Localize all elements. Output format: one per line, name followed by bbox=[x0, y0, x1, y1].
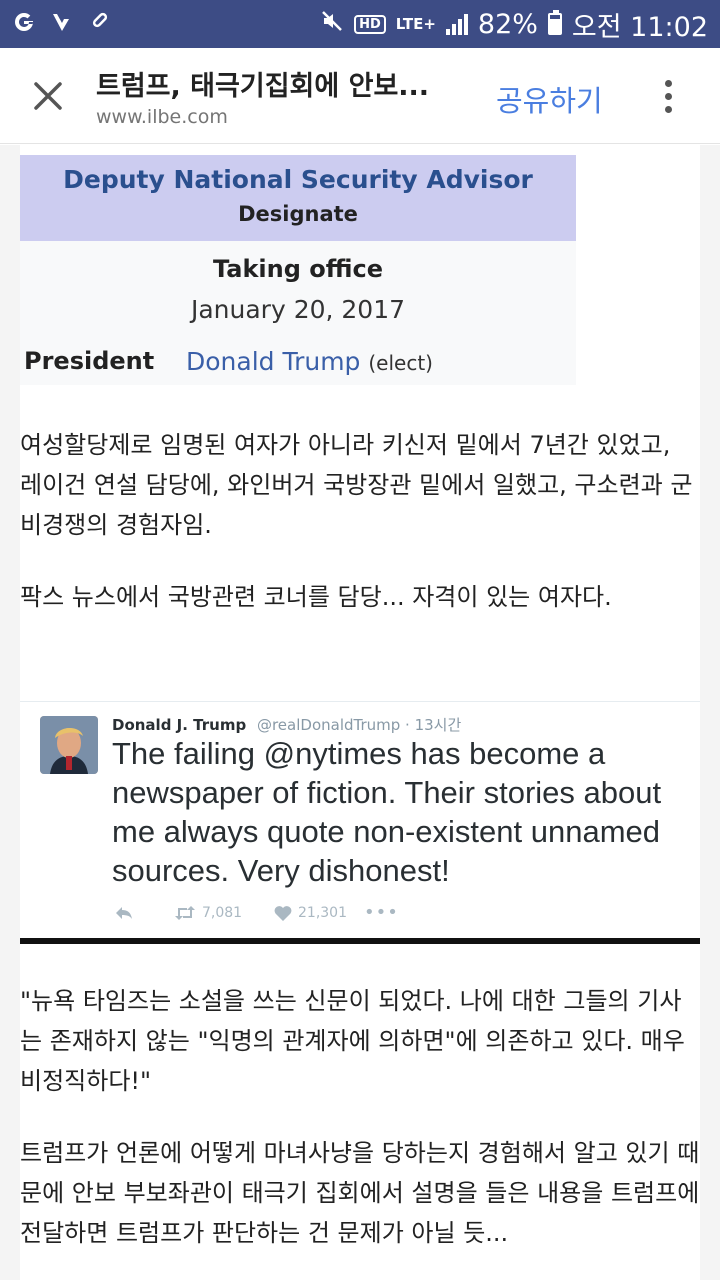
wiki-infobox-image: Deputy National Security Advisor Designa… bbox=[20, 155, 576, 385]
share-button[interactable]: 공유하기 bbox=[496, 78, 603, 120]
battery-percent: 82% bbox=[477, 8, 538, 40]
tweet-text: The failing @nytimes has become a newspa… bbox=[112, 736, 662, 888]
infobox-president-label: President bbox=[24, 347, 155, 375]
infobox-designate: Designate bbox=[238, 202, 358, 226]
clock: 오전 11:02 bbox=[571, 11, 708, 43]
infobox-date: January 20, 2017 bbox=[190, 295, 406, 324]
tweet-header: Donald J. Trump @realDonaldTrump · 13시간 bbox=[112, 714, 461, 735]
close-button[interactable] bbox=[20, 70, 76, 122]
status-bar: HD LTE+ 82% 오전 11:02 bbox=[0, 0, 720, 48]
custom-tab-toolbar: 트럼프, 태극기집회에 안보... www.ilbe.com 공유하기 bbox=[0, 48, 720, 144]
battery-icon bbox=[547, 10, 562, 35]
avatar bbox=[40, 716, 98, 774]
article-paragraph: 팍스 뉴스에서 국방관련 코너를 담당... 자격이 있는 여자다. bbox=[20, 583, 612, 611]
divider bbox=[20, 938, 700, 944]
president-name: Donald Trump bbox=[186, 347, 361, 376]
article-paragraph: 여성할당제로 임명된 여자가 아니라 키신저 밑에서 7년간 있었고, 레이건 … bbox=[20, 431, 693, 539]
app-notification-icon bbox=[50, 10, 74, 39]
close-icon bbox=[34, 82, 62, 110]
tweet-author-name: Donald J. Trump bbox=[112, 716, 247, 734]
tweet-more-icon: ••• bbox=[364, 902, 399, 923]
page-title: 트럼프, 태극기집회에 안보... bbox=[96, 71, 430, 102]
embedded-tweet-image: Donald J. Trump @realDonaldTrump · 13시간 … bbox=[20, 701, 700, 944]
mute-icon bbox=[320, 9, 344, 40]
article-paragraph: 트럼프가 언론에 어떻게 마녀사냥을 당하는지 경험해서 알고 있기 때문에 안… bbox=[20, 1139, 700, 1247]
page-url: www.ilbe.com bbox=[96, 106, 228, 128]
more-options-button[interactable] bbox=[646, 72, 690, 120]
hd-voice-icon: HD bbox=[354, 14, 386, 34]
status-bar-system: HD LTE+ 82% 오전 11:02 bbox=[320, 0, 708, 48]
lte-icon: LTE+ bbox=[395, 14, 436, 33]
like-number: 21,301 bbox=[298, 904, 347, 921]
infobox-role: Deputy National Security Advisor bbox=[63, 165, 533, 194]
article-paragraph: "뉴욕 타임즈는 소설을 쓰는 신문이 되었다. 나에 대한 그들의 기사는 존… bbox=[20, 987, 685, 1095]
retweet-icon bbox=[175, 905, 195, 920]
like-count: 21,301 bbox=[274, 905, 364, 921]
more-dot-icon bbox=[664, 79, 672, 87]
president-note: (elect) bbox=[368, 351, 433, 375]
article-body: Deputy National Security Advisor Designa… bbox=[20, 145, 700, 1280]
pin-icon bbox=[88, 10, 112, 39]
heart-icon bbox=[274, 905, 292, 921]
infobox-president-value: Donald Trump (elect) bbox=[186, 347, 433, 376]
infobox-taking-office: Taking office bbox=[212, 255, 384, 283]
tweet-actions: 7,081 21,301 ••• bbox=[114, 902, 399, 923]
g-notification-icon bbox=[12, 10, 36, 39]
retweet-number: 7,081 bbox=[202, 904, 243, 921]
tweet-author-handle: @realDonaldTrump · 13시간 bbox=[256, 716, 462, 734]
reply-icon bbox=[114, 905, 174, 921]
infobox-header: Deputy National Security Advisor Designa… bbox=[20, 155, 576, 241]
retweet-count: 7,081 bbox=[174, 905, 274, 921]
status-bar-notifications bbox=[12, 0, 112, 48]
signal-icon bbox=[445, 13, 468, 35]
web-content[interactable]: Deputy National Security Advisor Designa… bbox=[0, 145, 720, 1280]
